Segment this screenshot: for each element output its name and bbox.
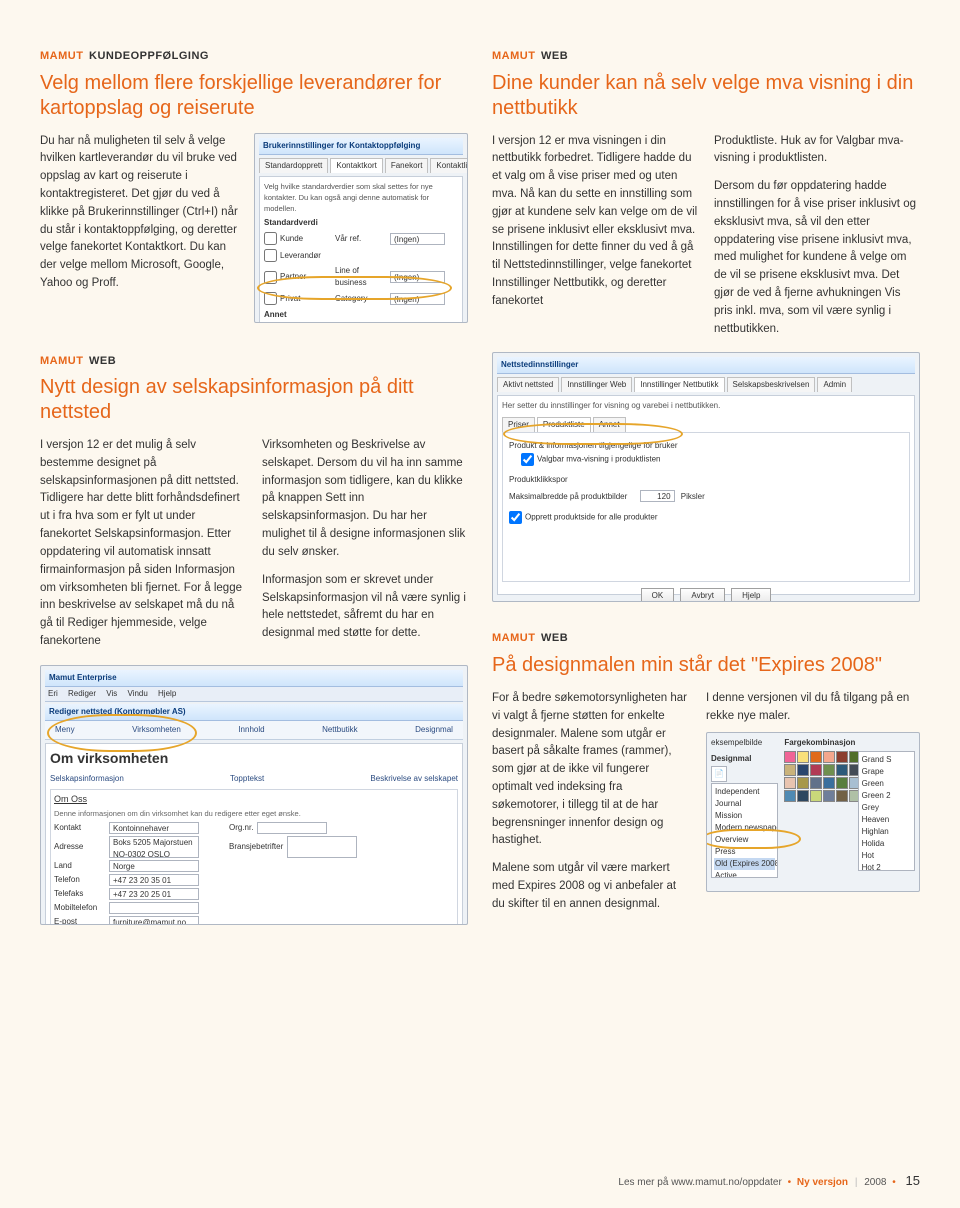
tab-aktivt[interactable]: Aktivt nettsted bbox=[497, 377, 559, 392]
screenshot-mamut-enterprise: Mamut Enterprise Eri Rediger Vis Vindu H… bbox=[40, 665, 468, 925]
menu-window[interactable]: Vindu bbox=[127, 689, 147, 698]
category-tag: MAMUT KUNDEOPPFØLGING bbox=[40, 48, 468, 65]
fld-epost[interactable]: furniture@mamut.no bbox=[109, 916, 199, 925]
article-body-left: For å bedre søkemotorsynligheten har vi … bbox=[492, 690, 690, 850]
group-annet: Annet bbox=[264, 309, 458, 321]
menu-view[interactable]: Vis bbox=[106, 689, 117, 698]
article-title: Nytt design av selskapsinformasjon på di… bbox=[40, 375, 468, 425]
chk-kunde[interactable] bbox=[264, 232, 277, 245]
chk-privat[interactable] bbox=[264, 292, 277, 305]
fld-telefon[interactable]: +47 23 20 35 01 bbox=[109, 874, 199, 886]
sub-omoss: Om Oss bbox=[54, 794, 87, 804]
dialog-title: Nettstedinnstillinger bbox=[497, 357, 915, 374]
section-heading: Om virksomheten bbox=[50, 748, 458, 769]
listbox-designmal[interactable]: IndependentJournalMissionModern newspape… bbox=[711, 783, 778, 878]
chk-partner[interactable] bbox=[264, 271, 277, 284]
article-title: Dine kunder kan nå selv velge mva visnin… bbox=[492, 71, 920, 121]
subtab-annet[interactable]: Annet bbox=[593, 417, 626, 432]
tab-selskapsbeskrivelse[interactable]: Selskapsbeskrivelsen bbox=[727, 377, 816, 392]
chk-valgbar-mva[interactable] bbox=[521, 453, 534, 466]
lbl-eksempelbilde: eksempelbilde bbox=[711, 737, 778, 749]
thumb-icon: 📄 bbox=[711, 766, 727, 782]
listbox-farge[interactable]: Grand SGrapeGreenGreen 2GreyHeavenHighla… bbox=[858, 751, 915, 871]
tab-kontaktkort[interactable]: Kontaktkort bbox=[330, 158, 382, 173]
dd-category[interactable]: (Ingen) bbox=[390, 293, 445, 305]
link-beskrivelse[interactable]: Beskrivelse av selskapet bbox=[370, 773, 458, 785]
article-body-right-2: Informasjon som er skrevet under Selskap… bbox=[262, 572, 468, 643]
article-mva: MAMUT WEB Dine kunder kan nå selv velge … bbox=[492, 48, 920, 614]
nav-meny[interactable]: Meny bbox=[55, 724, 75, 736]
app-title: Mamut Enterprise bbox=[45, 670, 463, 687]
tab-admin[interactable]: Admin bbox=[817, 377, 852, 392]
subtab-produktliste[interactable]: Produktliste bbox=[537, 417, 591, 432]
nav-virksomheten[interactable]: Virksomheten bbox=[132, 724, 181, 736]
group-standardverdi: Standardverdi bbox=[264, 217, 458, 229]
menubar: Eri Rediger Vis Vindu Hjelp bbox=[45, 687, 463, 702]
dd-lob[interactable]: (Ingen) bbox=[390, 271, 445, 283]
menu-help[interactable]: Hjelp bbox=[158, 689, 176, 698]
article-body-right: Produktliste. Huk av for Valgbar mva- vi… bbox=[714, 133, 920, 169]
dialog-tabs: Standardopprett Kontaktkort Fanekort Kon… bbox=[259, 158, 463, 173]
tag-section: KUNDEOPPFØLGING bbox=[89, 50, 209, 62]
article-body-right: I denne versjonen vil du få tilgang på e… bbox=[706, 690, 920, 726]
article-kart: MAMUT KUNDEOPPFØLGING Velg mellom flere … bbox=[40, 48, 468, 337]
menu-file[interactable]: Eri bbox=[48, 689, 58, 698]
tab-fanekort[interactable]: Fanekort bbox=[385, 158, 429, 173]
link-topptekst[interactable]: Topptekst bbox=[230, 773, 264, 785]
tab-standardopprett[interactable]: Standardopprett bbox=[259, 158, 328, 173]
screenshot-brukerinnstillinger: Brukerinnstillinger for Kontaktoppfølgin… bbox=[254, 133, 468, 323]
chk-opprett-produktside[interactable] bbox=[509, 511, 522, 524]
fld-bransje[interactable] bbox=[287, 836, 357, 858]
tab-inst-nettbutikk[interactable]: Innstillinger Nettbutikk bbox=[634, 377, 724, 392]
screenshot-designmal: eksempelbilde Designmal 📄 IndependentJou… bbox=[706, 732, 920, 892]
subtab-priser[interactable]: Priser bbox=[502, 417, 535, 432]
fld-kontakt[interactable]: Kontoinnehaver bbox=[109, 822, 199, 834]
nav-nettbutikk[interactable]: Nettbutikk bbox=[322, 724, 358, 736]
help-button[interactable]: Hjelp bbox=[731, 588, 771, 602]
lbl-designmal: Designmal bbox=[711, 753, 778, 765]
dialog-intro: Velg hvilke standardverdier som skal set… bbox=[264, 181, 458, 215]
article-body-left-2: Malene som utgår vil være markert med Ex… bbox=[492, 860, 690, 913]
tab-inst-web[interactable]: Innstillinger Web bbox=[561, 377, 632, 392]
article-body-right-2: Dersom du før oppdatering hadde innstill… bbox=[714, 178, 920, 338]
fld-adresse[interactable]: Boks 5205 Majorstuen NO-0302 OSLO bbox=[109, 836, 199, 858]
article-body-right: Virksomheten og Beskrivelse av selskapet… bbox=[262, 437, 468, 562]
lbl-fargekombinasjon: Fargekombinasjon bbox=[784, 737, 851, 749]
article-title: På designmalen min står det "Expires 200… bbox=[492, 653, 920, 678]
footer-readmore: Les mer på www.mamut.no/oppdater bbox=[618, 1177, 781, 1188]
fld-maxwidth[interactable]: 120 bbox=[640, 490, 675, 502]
fld-mobil[interactable] bbox=[109, 902, 199, 914]
article-selskapsinfo: MAMUT WEB Nytt design av selskapsinforma… bbox=[40, 353, 468, 925]
nav-designmal[interactable]: Designmal bbox=[415, 724, 453, 736]
screenshot-nettstedinnstillinger: Nettstedinnstillinger Aktivt nettsted In… bbox=[492, 352, 920, 602]
article-expires: MAMUT WEB På designmalen min står det "E… bbox=[492, 630, 920, 927]
dialog-title: Brukerinnstillinger for Kontaktoppfølgin… bbox=[259, 138, 463, 155]
category-tag-web: MAMUT WEB bbox=[40, 353, 468, 370]
footer-label: Ny versjon bbox=[797, 1177, 848, 1188]
page-footer: Les mer på www.mamut.no/oppdater • Ny ve… bbox=[618, 1171, 920, 1191]
category-tag: MAMUT WEB bbox=[492, 48, 920, 65]
chk-leverandor[interactable] bbox=[264, 249, 277, 262]
ok-button[interactable]: OK bbox=[641, 588, 675, 602]
tab-kontaktliste[interactable]: Kontaktliste bbox=[430, 158, 468, 173]
cancel-button[interactable]: Avbryt bbox=[680, 588, 725, 602]
fld-telefaks[interactable]: +47 23 20 25 01 bbox=[109, 888, 199, 900]
article-body: Du har nå muligheten til selv å velge hv… bbox=[40, 133, 238, 323]
article-body-left: I versjon 12 er mva visningen i din nett… bbox=[492, 133, 698, 339]
nav-innhold[interactable]: Innhold bbox=[238, 724, 264, 736]
menu-edit[interactable]: Rediger bbox=[68, 689, 96, 698]
article-title: Velg mellom flere forskjellige leverandø… bbox=[40, 71, 468, 121]
wizard-title: Rediger nettsted (Kontormøbler AS) bbox=[45, 704, 463, 721]
color-palette[interactable] bbox=[784, 751, 851, 802]
page-number: 15 bbox=[906, 1173, 920, 1188]
tag-brand: MAMUT bbox=[40, 50, 83, 62]
link-selskapsinfo[interactable]: Selskapsinformasjon bbox=[50, 773, 124, 785]
footer-year: 2008 bbox=[864, 1177, 886, 1188]
dd-vaarref[interactable]: (Ingen) bbox=[390, 233, 445, 245]
article-body-left: I versjon 12 er det mulig å selv bestemm… bbox=[40, 437, 246, 651]
dd-land[interactable]: Norge bbox=[109, 860, 199, 872]
category-tag: MAMUT WEB bbox=[492, 630, 920, 647]
fld-orgnr[interactable] bbox=[257, 822, 327, 834]
